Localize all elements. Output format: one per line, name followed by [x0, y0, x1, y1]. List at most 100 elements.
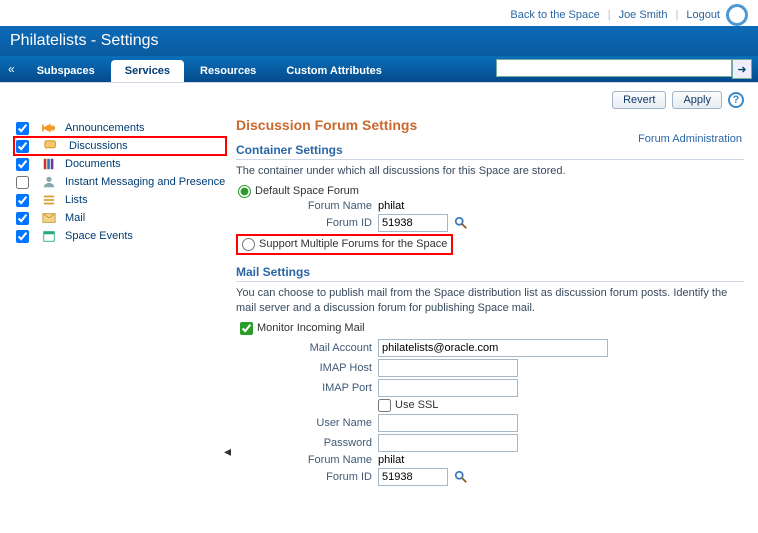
tab-search: ➜ [496, 59, 752, 79]
mail-account-row: Mail Account [270, 339, 744, 357]
imp-checkbox[interactable] [16, 176, 29, 189]
sidebar-item-documents[interactable]: Documents [16, 155, 230, 173]
forum-id-input[interactable] [378, 214, 448, 232]
password-label: Password [270, 437, 378, 449]
sidebar-item-label: Mail [65, 212, 85, 224]
search-go-button[interactable]: ➜ [732, 59, 752, 79]
sidebar-item-label: Documents [65, 158, 121, 170]
announcements-checkbox[interactable] [16, 122, 29, 135]
mail-settings-heading: Mail Settings [236, 265, 744, 282]
forum-name-row: Forum Name philat [270, 200, 744, 212]
list-icon [41, 193, 57, 207]
sidebar-item-imp[interactable]: Instant Messaging and Presence [16, 173, 230, 191]
main-panel: ◂ Revert Apply ? Discussion Forum Settin… [230, 83, 758, 533]
sidebar-item-lists[interactable]: Lists [16, 191, 230, 209]
default-forum-label: Default Space Forum [255, 185, 359, 197]
sidebar-item-label: Discussions [69, 140, 128, 152]
mail-account-input[interactable] [378, 339, 608, 357]
mail-checkbox[interactable] [16, 212, 29, 225]
imap-port-label: IMAP Port [270, 382, 378, 394]
forum-id-label: Forum ID [270, 217, 378, 229]
password-input[interactable] [378, 434, 518, 452]
search-input[interactable] [496, 59, 732, 77]
monitor-mail-label: Monitor Incoming Mail [257, 322, 365, 334]
discussion-settings-heading: Discussion Forum Settings [236, 117, 744, 133]
mail-forum-id-input[interactable] [378, 468, 448, 486]
forum-name-label: Forum Name [270, 200, 378, 212]
ssl-label: Use SSL [395, 399, 438, 411]
separator: | [608, 9, 611, 21]
tab-services[interactable]: Services [111, 60, 184, 82]
top-link-bar: Back to the Space | Joe Smith | Logout [0, 0, 758, 26]
header-bar: Philatelists - Settings [0, 26, 758, 56]
sidebar-item-events[interactable]: Space Events [16, 227, 230, 245]
imap-host-label: IMAP Host [270, 362, 378, 374]
mail-account-label: Mail Account [270, 342, 378, 354]
default-forum-radio-row[interactable]: Default Space Forum [238, 185, 744, 198]
tab-subspaces[interactable]: Subspaces [23, 60, 109, 82]
multi-forum-radio[interactable] [242, 238, 255, 251]
oracle-logo-icon [726, 4, 748, 26]
page-title: Philatelists - Settings [10, 32, 159, 50]
magnifier-icon[interactable] [454, 216, 468, 230]
back-to-space-link[interactable]: Back to the Space [510, 9, 599, 21]
container-settings-desc: The container under which all discussion… [236, 164, 744, 179]
monitor-mail-checkbox[interactable] [240, 322, 253, 335]
envelope-icon [41, 211, 57, 225]
books-icon [41, 157, 57, 171]
mail-forum-name-row: Forum Name philat [270, 454, 744, 466]
collapse-handle-icon[interactable]: ◂ [224, 443, 231, 460]
imap-port-row: IMAP Port [270, 379, 744, 397]
apply-button[interactable]: Apply [672, 91, 722, 109]
user-link[interactable]: Joe Smith [619, 9, 668, 21]
password-row: Password [270, 434, 744, 452]
lists-checkbox[interactable] [16, 194, 29, 207]
logout-link[interactable]: Logout [686, 9, 720, 21]
speech-bubble-icon [43, 139, 59, 153]
container-settings-heading: Container Settings [236, 143, 744, 160]
events-checkbox[interactable] [16, 230, 29, 243]
sidebar-item-mail[interactable]: Mail [16, 209, 230, 227]
mail-settings-desc: You can choose to publish mail from the … [236, 286, 744, 316]
megaphone-icon [41, 121, 57, 135]
back-chevron-icon[interactable]: « [4, 62, 23, 82]
mail-forum-name-value: philat [378, 454, 404, 466]
imap-port-input[interactable] [378, 379, 518, 397]
forum-id-row: Forum ID [270, 214, 744, 232]
default-forum-radio[interactable] [238, 185, 251, 198]
discussions-checkbox[interactable] [16, 140, 29, 153]
forum-name-value: philat [378, 200, 404, 212]
username-input[interactable] [378, 414, 518, 432]
tab-custom-attributes[interactable]: Custom Attributes [272, 60, 396, 82]
content-area: Announcements Discussions Documents Inst… [0, 82, 758, 533]
mail-forum-name-label: Forum Name [270, 454, 378, 466]
calendar-icon [41, 229, 57, 243]
sidebar-item-announcements[interactable]: Announcements [16, 119, 230, 137]
sidebar-item-label: Announcements [65, 122, 145, 134]
imap-host-row: IMAP Host [270, 359, 744, 377]
forum-administration-link[interactable]: Forum Administration [638, 133, 742, 145]
tab-bar: « Subspaces Services Resources Custom At… [0, 56, 758, 82]
sidebar-item-label: Space Events [65, 230, 133, 242]
ssl-row: Use SSL [270, 399, 744, 412]
ssl-checkbox-row[interactable]: Use SSL [378, 399, 438, 412]
multi-forum-label: Support Multiple Forums for the Space [259, 238, 447, 250]
tab-resources[interactable]: Resources [186, 60, 270, 82]
revert-button[interactable]: Revert [612, 91, 666, 109]
imap-host-input[interactable] [378, 359, 518, 377]
separator: | [675, 9, 678, 21]
magnifier-icon[interactable] [454, 470, 468, 484]
sidebar-item-label: Lists [65, 194, 88, 206]
mail-forum-id-row: Forum ID [270, 468, 744, 486]
documents-checkbox[interactable] [16, 158, 29, 171]
action-row: Revert Apply ? [236, 91, 744, 117]
multi-forum-radio-row[interactable]: Support Multiple Forums for the Space [238, 236, 451, 253]
help-icon[interactable]: ? [728, 92, 744, 108]
monitor-mail-row[interactable]: Monitor Incoming Mail [240, 322, 744, 335]
person-icon [41, 175, 57, 189]
services-sidebar: Announcements Discussions Documents Inst… [0, 83, 230, 533]
mail-forum-id-label: Forum ID [270, 471, 378, 483]
sidebar-item-label: Instant Messaging and Presence [65, 176, 225, 188]
ssl-checkbox[interactable] [378, 399, 391, 412]
sidebar-item-discussions[interactable]: Discussions [14, 137, 226, 155]
